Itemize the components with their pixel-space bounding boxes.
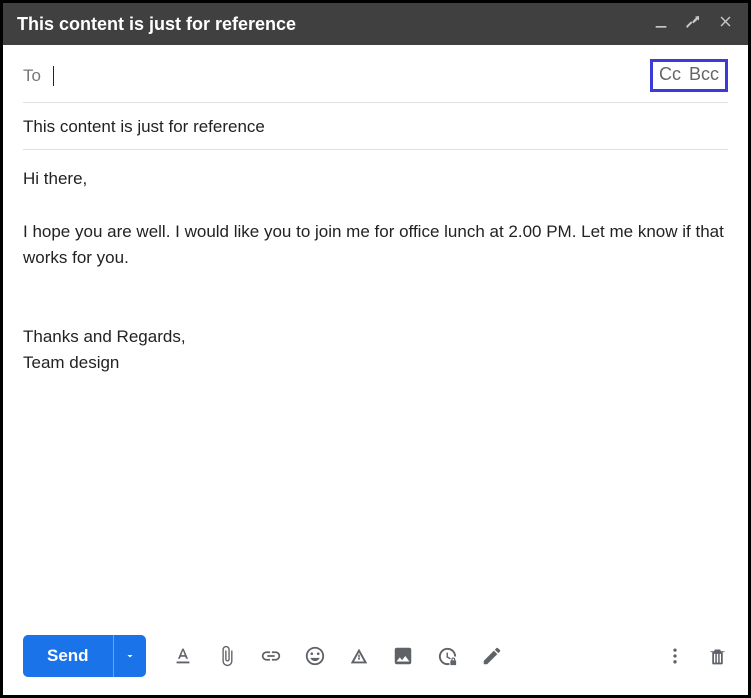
minimize-icon[interactable] bbox=[653, 14, 669, 35]
body-signoff-2: Team design bbox=[23, 350, 728, 376]
smiley-icon[interactable] bbox=[304, 645, 326, 667]
bcc-button[interactable]: Bcc bbox=[689, 64, 719, 85]
trash-icon[interactable] bbox=[707, 646, 728, 667]
body-signoff-1: Thanks and Regards, bbox=[23, 324, 728, 350]
cc-bcc-highlight: Cc Bcc bbox=[650, 59, 728, 92]
compose-toolbar: Send bbox=[3, 621, 748, 695]
send-button-group: Send bbox=[23, 635, 146, 677]
to-input[interactable] bbox=[54, 64, 650, 88]
link-icon[interactable] bbox=[260, 645, 282, 667]
send-button[interactable]: Send bbox=[23, 635, 113, 677]
to-label: To bbox=[23, 66, 41, 86]
send-options-button[interactable] bbox=[113, 635, 146, 677]
window-titlebar: This content is just for reference bbox=[3, 3, 748, 45]
cc-button[interactable]: Cc bbox=[659, 64, 681, 85]
drive-triangle-icon[interactable] bbox=[348, 645, 370, 667]
window-controls bbox=[653, 13, 734, 35]
expand-icon[interactable] bbox=[685, 14, 701, 35]
compose-area: To Cc Bcc This content is just for refer… bbox=[3, 45, 748, 621]
paperclip-icon[interactable] bbox=[216, 645, 238, 667]
body-greeting: Hi there, bbox=[23, 166, 728, 192]
kebab-icon[interactable] bbox=[665, 646, 685, 666]
right-icons bbox=[665, 646, 728, 667]
pen-icon[interactable] bbox=[481, 645, 503, 667]
image-icon[interactable] bbox=[392, 645, 414, 667]
text-format-icon[interactable] bbox=[172, 645, 194, 667]
close-icon[interactable] bbox=[717, 13, 734, 35]
window-title: This content is just for reference bbox=[17, 14, 653, 35]
clock-lock-icon[interactable] bbox=[436, 645, 459, 668]
body-paragraph: I hope you are well. I would like you to… bbox=[23, 219, 728, 272]
subject-row[interactable]: This content is just for reference bbox=[23, 103, 728, 150]
message-body[interactable]: Hi there, I hope you are well. I would l… bbox=[23, 150, 728, 621]
formatting-icons bbox=[172, 645, 503, 668]
recipients-row: To Cc Bcc bbox=[23, 45, 728, 103]
subject-text: This content is just for reference bbox=[23, 117, 265, 136]
